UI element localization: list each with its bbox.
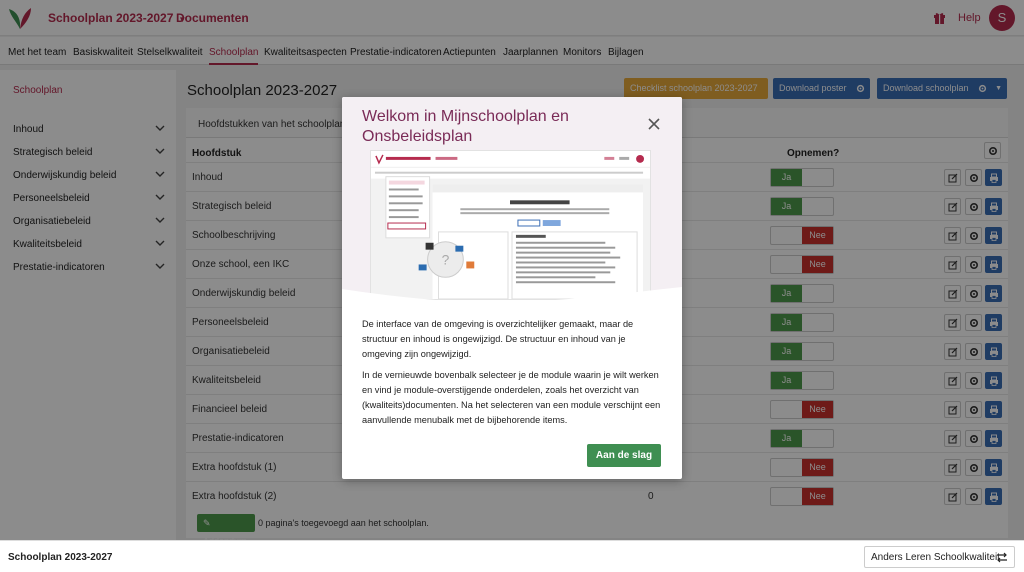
svg-text:?: ? [442, 252, 450, 268]
modal-paragraph-2: In de vernieuwde bovenbalk selecteer je … [362, 370, 661, 425]
close-icon[interactable] [647, 117, 661, 131]
modal-paragraph-1: De interface van de omgeving is overzich… [362, 319, 634, 359]
modal-title: Welkom in Mijnschoolplan en Onsbeleidspl… [362, 108, 569, 145]
get-started-button[interactable]: Aan de slag [587, 444, 661, 467]
header-wave-decoration [342, 287, 682, 307]
footer-title: Schoolplan 2023-2027 [8, 552, 113, 563]
switch-arrows-icon [997, 552, 1007, 563]
welcome-modal: Welkom in Mijnschoolplan en Onsbeleidspl… [342, 97, 682, 479]
preview-screenshot-image: ? [370, 150, 651, 300]
switch-school-button[interactable]: Anders Leren Schoolkwaliteit [864, 546, 1015, 568]
switch-school-label: Anders Leren Schoolkwaliteit [871, 552, 1000, 563]
footer-bar: Schoolplan 2023-2027 Anders Leren School… [0, 540, 1024, 572]
